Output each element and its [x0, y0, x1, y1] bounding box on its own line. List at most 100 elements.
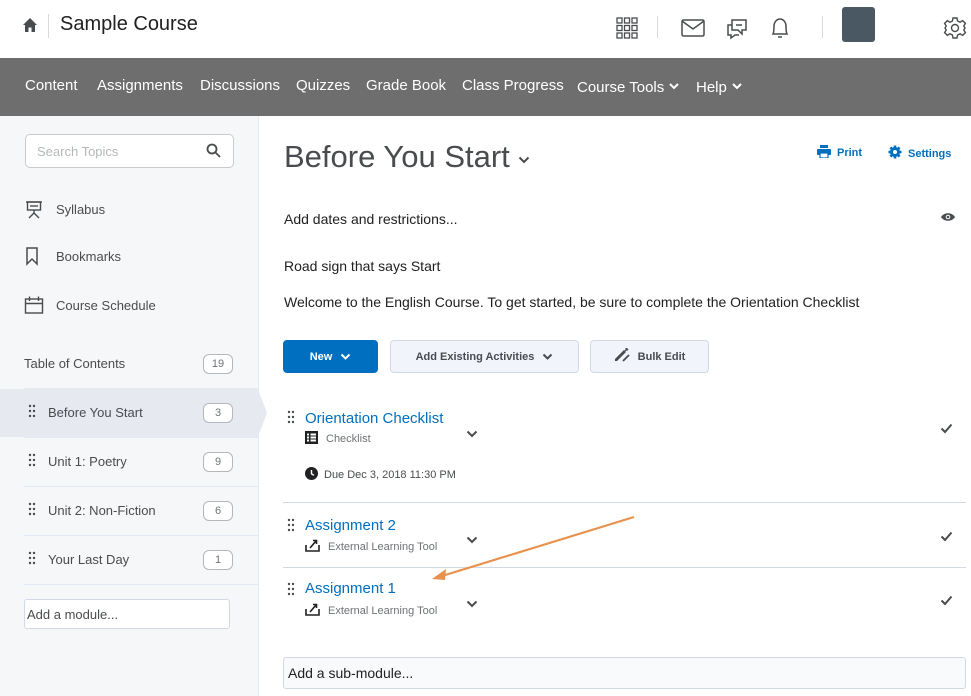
toc-label: Table of Contents [24, 356, 126, 371]
divider [48, 14, 49, 38]
sidebar-link-syllabus[interactable]: Syllabus [24, 198, 105, 220]
search-placeholder: Search Topics [37, 144, 119, 159]
module-label: Before You Start [48, 405, 143, 420]
annotation-arrow [432, 515, 635, 580]
print-button[interactable]: Print [817, 145, 862, 161]
bookmark-icon [24, 246, 46, 266]
print-label: Print [837, 147, 863, 159]
nav-item-class-progress[interactable]: Class Progress [462, 77, 564, 94]
topic-type: External Learning Tool [305, 602, 437, 619]
page-title[interactable]: Before You Start [284, 136, 530, 175]
drag-handle-icon[interactable] [28, 551, 36, 570]
course-title[interactable]: Sample Course [60, 13, 198, 36]
nav-item-discussions[interactable]: Discussions [200, 77, 280, 94]
module-count-badge: 3 [203, 403, 233, 423]
bulk-edit-label: Bulk Edit [637, 350, 686, 363]
add-existing-label: Add Existing Activities [415, 350, 535, 363]
chevron-down-icon [669, 77, 679, 94]
add-sub-module-input[interactable]: Add a sub-module... [283, 657, 966, 689]
due-date: Due Dec 3, 2018 11:30 PM [305, 467, 456, 483]
module-item-unit-2-non-fiction[interactable]: Unit 2: Non-Fiction 6 [0, 487, 258, 535]
sidebar-link-label: Course Schedule [56, 297, 156, 313]
topic-link-assignment-1[interactable]: Assignment 1 [305, 580, 396, 597]
home-icon[interactable] [22, 17, 38, 33]
drag-handle-icon[interactable] [28, 502, 36, 521]
bulk-edit-icon [614, 347, 630, 365]
module-item-before-you-start[interactable]: Before You Start 3 [0, 389, 267, 437]
module-item-unit-1-poetry[interactable]: Unit 1: Poetry 9 [0, 438, 258, 486]
module-label: Unit 2: Non-Fiction [48, 503, 156, 518]
mail-icon[interactable] [679, 14, 707, 42]
drag-handle-icon[interactable] [287, 410, 295, 429]
checkmark-icon [940, 593, 953, 611]
topic-type-label: Checklist [326, 433, 371, 445]
course-nav-bar: Content Assignments Discussions Quizzes … [0, 58, 971, 116]
bell-icon[interactable] [766, 14, 794, 42]
search-topics-input[interactable]: Search Topics [25, 134, 234, 168]
nav-item-help[interactable]: Help [696, 77, 742, 96]
gear-icon [888, 145, 902, 162]
add-existing-activities-button[interactable]: Add Existing Activities [390, 340, 579, 373]
checkmark-icon [940, 421, 953, 439]
gear-icon[interactable] [941, 14, 969, 42]
avatar[interactable] [842, 7, 875, 42]
topic-type: Checklist [305, 431, 371, 447]
bulk-edit-button[interactable]: Bulk Edit [590, 340, 709, 373]
topic-link-assignment-2[interactable]: Assignment 2 [305, 517, 396, 534]
external-tool-icon [305, 538, 320, 555]
module-label: Your Last Day [48, 552, 130, 567]
divider [657, 16, 658, 38]
module-count-badge: 6 [203, 501, 233, 521]
presentation-icon [24, 199, 46, 219]
new-button[interactable]: New [283, 340, 378, 373]
image-alt-text: Road sign that says Start [284, 258, 441, 274]
drag-handle-icon[interactable] [28, 453, 36, 472]
calendar-icon [24, 295, 46, 315]
print-icon [817, 145, 831, 161]
chevron-down-icon [542, 351, 553, 363]
settings-button[interactable]: Settings [888, 145, 951, 162]
nav-item-quizzes[interactable]: Quizzes [296, 77, 350, 94]
sidebar-link-course-schedule[interactable]: Course Schedule [24, 294, 156, 316]
divider [283, 502, 966, 503]
module-item-your-last-day[interactable]: Your Last Day 1 [0, 536, 258, 584]
drag-handle-icon[interactable] [287, 518, 295, 537]
checklist-icon [305, 431, 318, 447]
clock-icon [305, 467, 318, 483]
sidebar-link-bookmarks[interactable]: Bookmarks [24, 245, 121, 267]
drag-handle-icon[interactable] [28, 404, 36, 423]
chevron-down-icon [732, 77, 742, 94]
checkmark-icon [940, 529, 953, 547]
topic-type-label: External Learning Tool [328, 604, 438, 617]
top-bar: Sample Course [0, 0, 971, 56]
settings-label: Settings [908, 147, 952, 160]
new-button-label: New [309, 350, 333, 363]
sidebar-link-label: Bookmarks [56, 248, 122, 264]
nav-item-course-tools-label: Course Tools [577, 79, 665, 96]
nav-item-course-tools[interactable]: Course Tools [577, 77, 679, 96]
module-label: Unit 1: Poetry [48, 454, 127, 469]
chevron-down-icon[interactable] [518, 136, 530, 172]
waffle-icon[interactable] [613, 14, 641, 42]
divider [24, 584, 258, 585]
due-date-label: Due Dec 3, 2018 11:30 PM [324, 469, 456, 481]
page-title-text: Before You Start [284, 139, 510, 174]
module-count-badge: 1 [203, 550, 233, 570]
nav-item-grade-book[interactable]: Grade Book [366, 77, 446, 94]
nav-item-content[interactable]: Content [25, 77, 78, 94]
external-tool-icon [305, 602, 320, 619]
chevron-down-icon [340, 351, 351, 363]
nav-item-assignments[interactable]: Assignments [97, 77, 183, 94]
drag-handle-icon[interactable] [287, 582, 295, 601]
search-icon[interactable] [206, 143, 221, 163]
topic-link-orientation-checklist[interactable]: Orientation Checklist [305, 410, 443, 427]
chevron-down-icon[interactable] [466, 425, 478, 443]
module-count-badge: 9 [203, 452, 233, 472]
table-of-contents[interactable]: Table of Contents 19 [0, 340, 258, 388]
sidebar-link-label: Syllabus [56, 201, 106, 217]
chat-icon[interactable] [723, 14, 751, 42]
add-module-input[interactable]: Add a module... [24, 599, 230, 629]
eye-icon[interactable] [940, 210, 956, 228]
add-dates-link[interactable]: Add dates and restrictions... [284, 211, 458, 227]
chevron-down-icon[interactable] [466, 595, 478, 613]
